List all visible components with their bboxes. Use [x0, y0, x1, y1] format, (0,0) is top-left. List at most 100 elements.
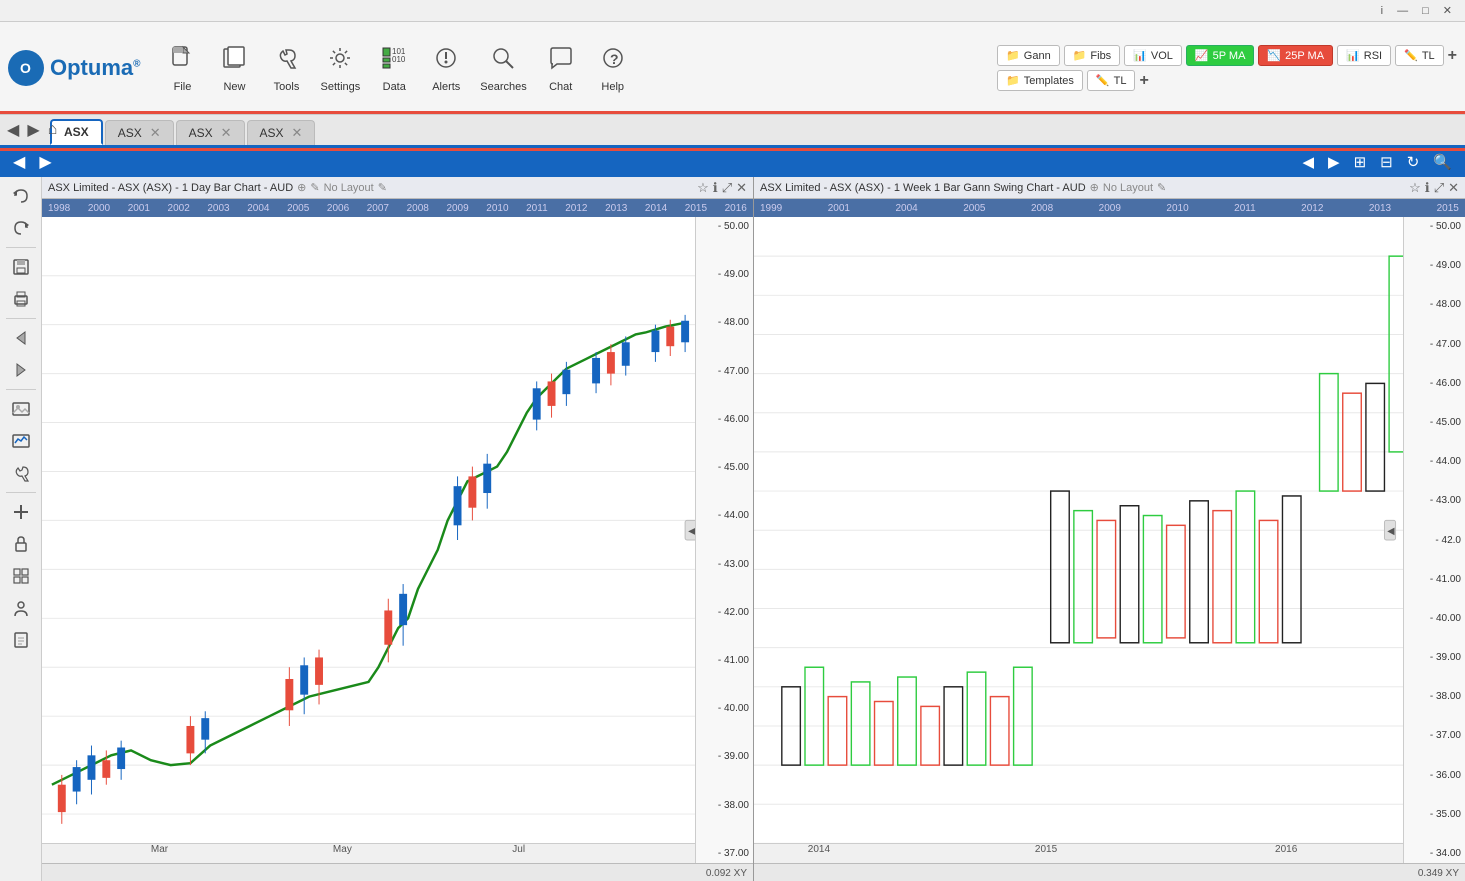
rp-50: - 50.00 — [1408, 221, 1461, 232]
alerts-button[interactable]: Alerts — [420, 28, 472, 108]
left-price-axis: - 50.00 - 49.00 - 48.00 - 47.00 - 46.00 … — [695, 217, 753, 863]
left-sidebar — [0, 177, 42, 881]
ma5-icon: 📈 — [1195, 49, 1209, 62]
right-chart-info-button[interactable]: ℹ — [1425, 180, 1430, 196]
sidebar-document-button[interactable] — [3, 625, 39, 655]
help-label: Help — [601, 81, 624, 93]
svg-text:O: O — [20, 60, 31, 76]
tab-item-4[interactable]: ASX ✕ — [247, 120, 316, 145]
sidebar-add-button[interactable] — [3, 497, 39, 527]
gann-button[interactable]: 📁 Gann — [997, 45, 1060, 66]
right-chart-canvas[interactable]: ◀ 2014 2015 2016 — [754, 217, 1403, 863]
right-chart-popout-button[interactable]: ⤢ — [1434, 180, 1444, 196]
ma5-button[interactable]: 📈 5P MA — [1186, 45, 1255, 66]
logo-reg: ® — [133, 59, 140, 70]
left-x-axis: Mar May Jul — [42, 843, 695, 863]
left-chart-popout-button[interactable]: ⤢ — [722, 180, 732, 196]
left-chart-coord: 0.092 XY — [706, 868, 747, 879]
new-icon — [221, 44, 249, 79]
settings-button[interactable]: Settings — [313, 28, 369, 108]
title-bar: i — □ ✕ — [0, 0, 1465, 22]
price-41: - 41.00 — [700, 655, 749, 666]
logo: O Optuma® — [8, 50, 141, 86]
sidebar-back-button[interactable] — [3, 323, 39, 353]
left-chart-layout-label: No Layout — [324, 182, 374, 194]
sidebar-save-button[interactable] — [3, 252, 39, 282]
left-chart-info-button[interactable]: ℹ — [713, 180, 718, 196]
nav-next-page-button[interactable]: ▶ — [1323, 151, 1345, 173]
data-icon: 101010 — [380, 44, 408, 79]
nav-search-button[interactable]: 🔍 — [1428, 151, 1457, 173]
left-chart-canvas[interactable]: ◀ Mar May Jul — [42, 217, 695, 863]
settings-label: Settings — [321, 81, 361, 93]
ma25-button[interactable]: 📉 25P MA — [1258, 45, 1333, 66]
rp-43: - 43.00 — [1408, 495, 1461, 506]
svg-text:?: ? — [610, 51, 619, 67]
info-button[interactable]: i — [1376, 5, 1388, 17]
nav-refresh-button[interactable]: ↻ — [1402, 151, 1425, 173]
templates-button[interactable]: 📁 Templates — [997, 70, 1083, 91]
sidebar-redo-button[interactable] — [3, 213, 39, 243]
sidebar-print-button[interactable] — [3, 284, 39, 314]
sidebar-person-button[interactable] — [3, 593, 39, 623]
ma25-icon: 📉 — [1267, 49, 1281, 62]
nav-grid1-button[interactable]: ⊞ — [1349, 151, 1372, 173]
tl-button-2[interactable]: ✏️ TL — [1087, 70, 1136, 91]
home-button[interactable]: ⌂ — [45, 121, 61, 139]
sidebar-forward-button[interactable] — [3, 355, 39, 385]
right-chart-controls: ☆ ℹ ⤢ ✕ — [1409, 180, 1459, 196]
rp-36: - 36.00 — [1408, 770, 1461, 781]
sidebar-chart-button[interactable] — [3, 426, 39, 456]
searches-button[interactable]: Searches — [472, 28, 534, 108]
data-button[interactable]: 101010 Data — [368, 28, 420, 108]
rp-47: - 47.00 — [1408, 339, 1461, 350]
tab-forward-button[interactable]: ▶ — [24, 120, 42, 140]
close-button[interactable]: ✕ — [1438, 4, 1457, 17]
rsi-button[interactable]: 📊 RSI — [1337, 45, 1391, 66]
chat-button[interactable]: Chat — [535, 28, 587, 108]
sidebar-image-button[interactable] — [3, 394, 39, 424]
minimize-button[interactable]: — — [1392, 5, 1413, 17]
svg-text:◀: ◀ — [1387, 526, 1395, 537]
nav-grid2-button[interactable]: ⊟ — [1375, 151, 1398, 173]
maximize-button[interactable]: □ — [1417, 5, 1434, 17]
add-toolbar2-button[interactable]: + — [1139, 72, 1148, 90]
tab-close-3[interactable]: ✕ — [221, 125, 232, 141]
nav-back-button[interactable]: ◀ — [8, 150, 30, 174]
searches-label: Searches — [480, 81, 526, 93]
pencil-icon: ✏️ — [1096, 74, 1110, 87]
right-chart-close-button[interactable]: ✕ — [1448, 180, 1459, 196]
fibs-button[interactable]: 📁 Fibs — [1064, 45, 1120, 66]
tab-item-2[interactable]: ASX ✕ — [105, 120, 174, 145]
tab-item-3[interactable]: ASX ✕ — [176, 120, 245, 145]
tab-back-button[interactable]: ◀ — [4, 120, 22, 140]
sidebar-undo-button[interactable] — [3, 181, 39, 211]
sidebar-lock-button[interactable] — [3, 529, 39, 559]
right-chart-panel: ASX Limited - ASX (ASX) - 1 Week 1 Bar G… — [754, 177, 1465, 881]
right-toolbar-row2: 📁 Templates ✏️ TL + — [997, 70, 1457, 91]
rp-42: - 42.0 — [1408, 535, 1461, 546]
tab-close-4[interactable]: ✕ — [292, 125, 303, 141]
rp-46: - 46.00 — [1408, 378, 1461, 389]
help-button[interactable]: ? Help — [587, 28, 639, 108]
file-button[interactable]: File — [157, 28, 209, 108]
left-chart-close-button[interactable]: ✕ — [736, 180, 747, 196]
nav-forward-button[interactable]: ▶ — [34, 150, 56, 174]
tab-bar: ◀ ▶ ⌂ ASX ASX ✕ ASX ✕ ASX ✕ — [0, 115, 1465, 147]
new-button[interactable]: New — [209, 28, 261, 108]
add-toolbar-button[interactable]: + — [1448, 47, 1457, 65]
tl-button[interactable]: ✏️ TL — [1395, 45, 1444, 66]
left-chart-bottom: 0.092 XY — [42, 863, 753, 881]
rp-40: - 40.00 — [1408, 613, 1461, 624]
vol-button[interactable]: 📊 VOL — [1124, 45, 1182, 66]
sidebar-grid-button[interactable] — [3, 561, 39, 591]
left-chart-header: ASX Limited - ASX (ASX) - 1 Day Bar Char… — [42, 177, 753, 199]
sidebar-tools-button[interactable] — [3, 458, 39, 488]
tab-close-2[interactable]: ✕ — [150, 125, 161, 141]
nav-prev-page-button[interactable]: ◀ — [1297, 151, 1319, 173]
left-chart-star-button[interactable]: ☆ — [697, 180, 709, 196]
price-44: - 44.00 — [700, 510, 749, 521]
right-chart-star-button[interactable]: ☆ — [1409, 180, 1421, 196]
tab-label-2: ASX — [118, 126, 142, 140]
tools-button[interactable]: Tools — [261, 28, 313, 108]
